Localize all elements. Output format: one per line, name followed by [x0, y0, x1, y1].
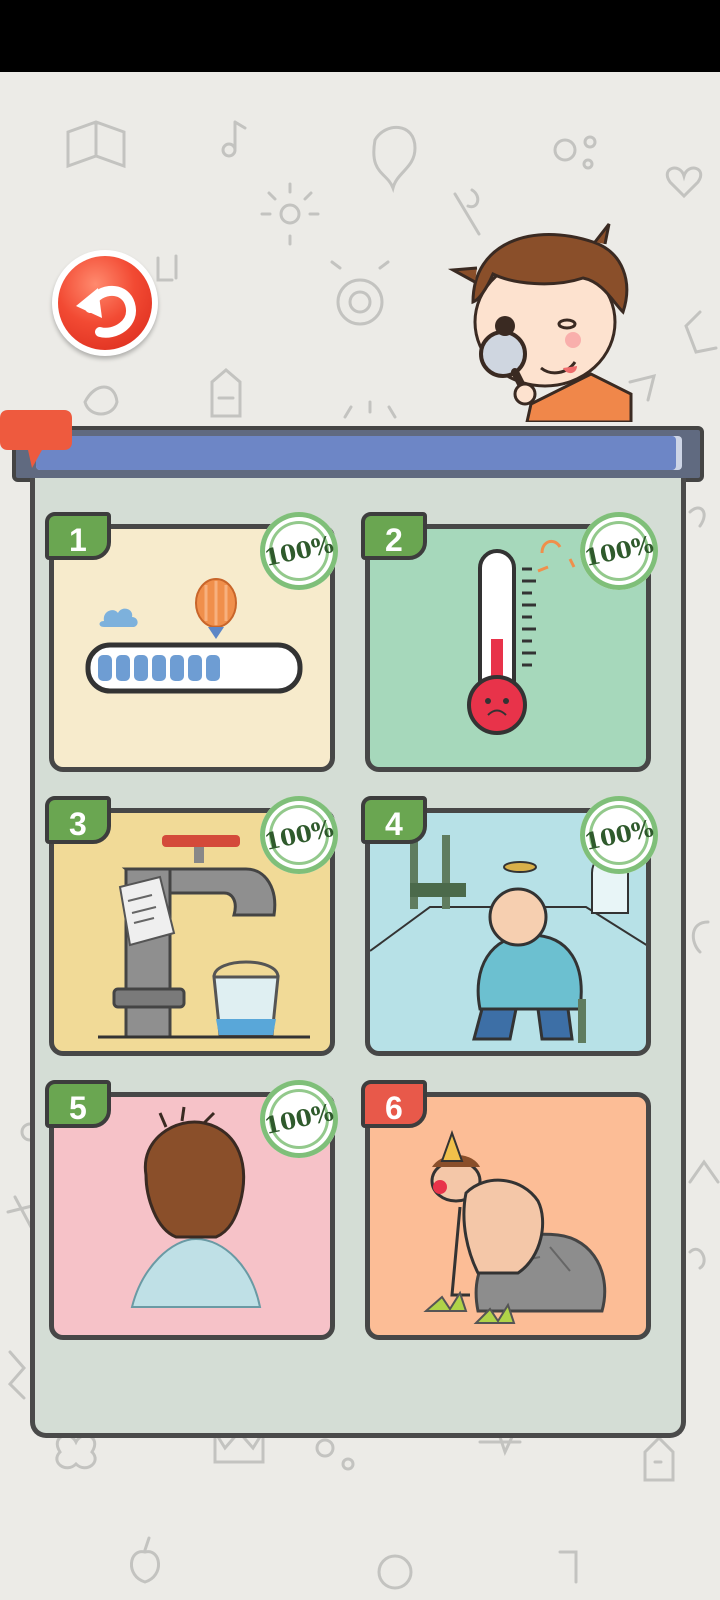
completion-label-2: 100% — [582, 530, 656, 572]
completion-badge-3: 100% — [260, 796, 338, 874]
completion-label-4: 100% — [582, 814, 656, 856]
progress-track — [36, 436, 682, 470]
back-button[interactable] — [52, 250, 158, 356]
thinker-statue-illustration — [423, 1130, 607, 1324]
completion-label-3: 100% — [262, 814, 336, 856]
chat-bubble-icon[interactable] — [0, 408, 74, 470]
level-grid: 1 100% 2 100% 3 100% 4 100% 5 100% 6 — [30, 478, 686, 1438]
level-number-6: 6 — [361, 1080, 427, 1128]
magnifying-glass-icon — [479, 330, 527, 378]
completion-badge-5: 100% — [260, 1080, 338, 1158]
back-arrow-icon — [76, 285, 136, 338]
level-number-1: 1 — [45, 512, 111, 560]
level-number-2: 2 — [361, 512, 427, 560]
level-number-3: 3 — [45, 796, 111, 844]
level-number-5: 5 — [45, 1080, 111, 1128]
completion-label-1: 100% — [262, 530, 336, 572]
completion-badge-1: 100% — [260, 512, 338, 590]
completion-badge-2: 100% — [580, 512, 658, 590]
completion-badge-4: 100% — [580, 796, 658, 874]
mascot-boy-magnifier — [447, 223, 633, 422]
completion-label-5: 100% — [262, 1098, 336, 1140]
level-progress-bar — [12, 426, 704, 482]
level-number-4: 4 — [361, 796, 427, 844]
level-card-6[interactable] — [365, 1092, 651, 1340]
progress-fill — [36, 436, 676, 470]
status-bar — [0, 0, 720, 72]
